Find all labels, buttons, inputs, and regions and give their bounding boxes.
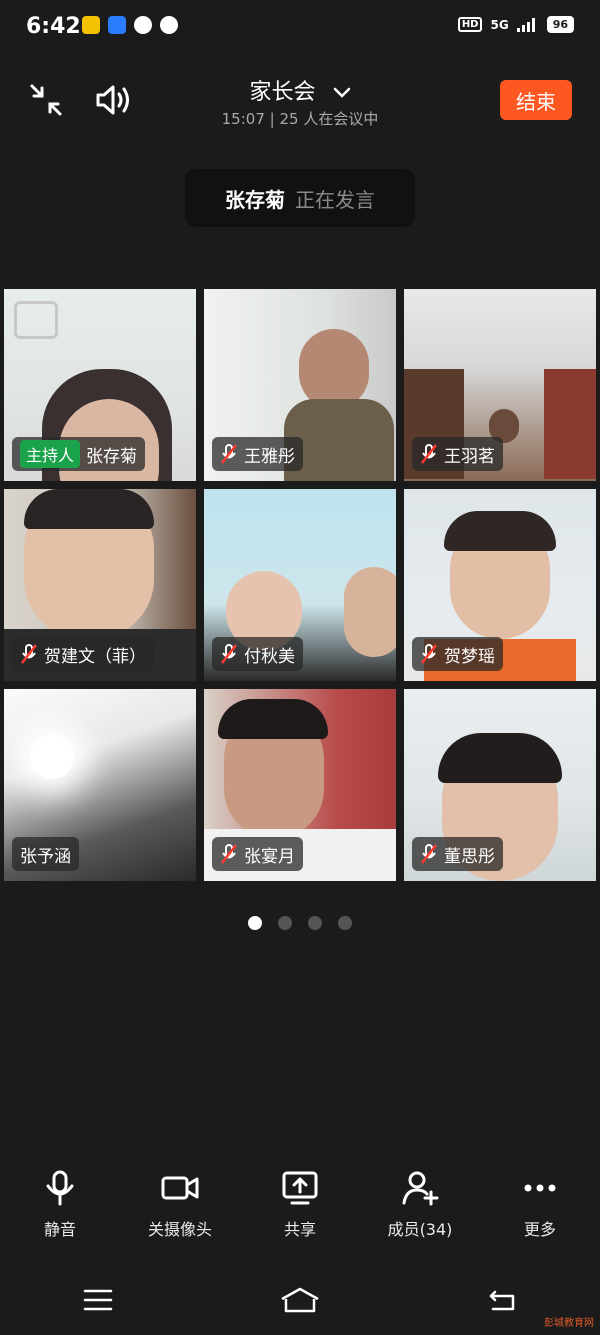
- video-tile[interactable]: 王雅彤: [204, 289, 396, 481]
- participant-label: 王羽茗: [412, 437, 503, 471]
- page-indicator: [0, 916, 600, 930]
- app-notification-icon: [134, 16, 152, 34]
- video-camera-icon: [161, 1176, 199, 1200]
- end-meeting-button[interactable]: 结束: [500, 80, 572, 120]
- back-icon[interactable]: [487, 1288, 517, 1312]
- notification-icons: [82, 16, 178, 34]
- mic-muted-icon: [421, 844, 437, 864]
- meeting-header: 家长会 15:07 | 25 人在会议中 结束: [0, 60, 600, 140]
- meeting-title-text: 家长会: [249, 80, 316, 105]
- separator: |: [269, 110, 280, 128]
- video-tile[interactable]: 王羽茗: [404, 289, 596, 481]
- video-grid: 主持人 张存菊 王雅彤 王羽茗 贺建文（菲） 付秋美 贺梦瑶 张予涵 张宴月 董…: [4, 289, 597, 883]
- participant-count: 25 人在会议中: [279, 110, 379, 128]
- video-tile[interactable]: 付秋美: [204, 489, 396, 681]
- system-status: HD 5G 96: [457, 16, 574, 33]
- more-dots-icon: [524, 1184, 556, 1192]
- speaker-name: 张存菊: [225, 187, 285, 212]
- participant-label: 付秋美: [212, 637, 303, 671]
- current-speaker-banner: 张存菊 正在发言: [185, 169, 415, 227]
- mic-muted-icon: [221, 844, 237, 864]
- participant-label: 贺建文（菲）: [12, 637, 154, 671]
- video-tile[interactable]: 张予涵: [4, 689, 196, 881]
- participant-name: 王雅彤: [244, 446, 295, 467]
- home-icon[interactable]: [280, 1287, 320, 1313]
- meeting-elapsed-time: 15:07: [221, 110, 265, 128]
- more-button[interactable]: 更多: [485, 1168, 595, 1258]
- participant-name: 董思彤: [444, 846, 495, 867]
- video-tile[interactable]: 董思彤: [404, 689, 596, 881]
- status-bar: 6:42 HD 5G 96: [0, 0, 600, 52]
- members-label: 成员(34): [387, 1220, 453, 1239]
- chevron-down-icon: [333, 87, 350, 98]
- host-badge: 主持人: [20, 440, 81, 468]
- signal-icon: [516, 17, 535, 32]
- page-dot[interactable]: [278, 916, 292, 930]
- participant-name: 贺梦瑶: [444, 646, 495, 667]
- mic-muted-icon: [221, 444, 237, 464]
- add-member-icon: [402, 1171, 439, 1206]
- mute-button[interactable]: 静音: [5, 1168, 115, 1258]
- participant-label: 张予涵: [12, 837, 79, 871]
- status-time: 6:42: [26, 14, 81, 39]
- hd-icon: HD: [457, 17, 483, 32]
- page-dot[interactable]: [338, 916, 352, 930]
- participant-label: 贺梦瑶: [412, 637, 503, 671]
- network-label: 5G: [490, 17, 509, 32]
- share-label: 共享: [283, 1220, 316, 1239]
- mute-label: 静音: [43, 1220, 76, 1239]
- page-dot[interactable]: [308, 916, 322, 930]
- more-label: 更多: [523, 1220, 556, 1239]
- participant-name: 付秋美: [244, 646, 295, 667]
- watermark: 彭城教育网: [544, 1318, 594, 1329]
- microphone-icon: [46, 1170, 74, 1206]
- participant-label: 董思彤: [412, 837, 503, 871]
- participant-name: 王羽茗: [444, 446, 495, 467]
- participant-name: 张存菊: [86, 446, 138, 467]
- participant-label: 王雅彤: [212, 437, 303, 471]
- share-button[interactable]: 共享: [245, 1168, 355, 1258]
- mic-muted-icon: [421, 644, 437, 664]
- camera-off-button[interactable]: 关摄像头: [125, 1168, 235, 1258]
- app-notification-icon: [160, 16, 178, 34]
- menu-icon[interactable]: [83, 1288, 113, 1312]
- participant-name: 张予涵: [20, 846, 71, 867]
- members-button[interactable]: 成员(34): [365, 1168, 475, 1258]
- mic-muted-icon: [421, 444, 437, 464]
- share-screen-icon: [282, 1171, 318, 1205]
- mic-muted-icon: [221, 644, 237, 664]
- meeting-toolbar: 静音 关摄像头 共享 成员(34) 更多: [0, 1168, 600, 1258]
- speaker-status: 正在发言: [295, 187, 375, 212]
- battery-icon: 96: [546, 16, 574, 33]
- participant-label: 张宴月: [212, 837, 303, 871]
- video-tile[interactable]: 贺梦瑶: [404, 489, 596, 681]
- participant-name: 张宴月: [244, 846, 295, 867]
- app-notification-icon: [82, 16, 100, 34]
- video-tile[interactable]: 主持人 张存菊: [4, 289, 196, 481]
- mic-muted-icon: [21, 644, 37, 664]
- video-tile[interactable]: 张宴月: [204, 689, 396, 881]
- app-notification-icon: [108, 16, 126, 34]
- participant-label: 主持人 张存菊: [12, 437, 146, 471]
- camera-off-label: 关摄像头: [147, 1220, 212, 1239]
- switch-camera-icon[interactable]: [14, 301, 58, 339]
- page-dot[interactable]: [248, 916, 262, 930]
- video-tile[interactable]: 贺建文（菲）: [4, 489, 196, 681]
- participant-name: 贺建文（菲）: [44, 646, 146, 667]
- system-nav-bar: [0, 1272, 600, 1328]
